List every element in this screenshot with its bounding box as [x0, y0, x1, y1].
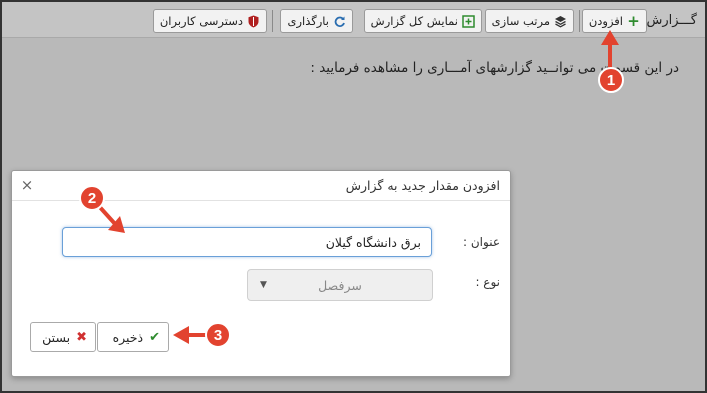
x-icon: ✖	[76, 329, 87, 345]
close-button[interactable]: ✖ بستن	[30, 322, 96, 352]
show-full-report-button[interactable]: نمایش کل گزارش	[363, 9, 482, 33]
intro-text: در این قسمت می توانــید گزارشهای آمـــار…	[310, 60, 679, 76]
sort-button[interactable]: مرتب سازی	[484, 9, 574, 33]
save-button-label: ذخیره	[112, 329, 144, 345]
close-button-label: بستن	[42, 329, 71, 345]
user-access-button[interactable]: دسترسی کاربران	[152, 9, 267, 33]
user-access-label: دسترسی کاربران	[159, 14, 243, 28]
title-input-value: برق دانشگاه گیلان	[325, 234, 421, 250]
annotation-badge-2: 2	[79, 185, 105, 211]
show-full-report-label: نمایش کل گزارش	[370, 14, 458, 28]
title-input[interactable]: برق دانشگاه گیلان	[62, 227, 432, 257]
reload-button[interactable]: بارگذاری	[280, 9, 353, 33]
close-icon[interactable]: ×	[20, 176, 34, 194]
annotation-badge-3: 3	[205, 322, 231, 348]
add-button-label: افزودن	[588, 14, 623, 28]
type-select[interactable]: سرفصل ▼	[247, 269, 433, 301]
type-label: نوع :	[475, 275, 500, 289]
save-button[interactable]: ✔ ذخیره	[97, 322, 169, 352]
annotation-badge-1: 1	[598, 67, 624, 93]
dialog-title: افزودن مقدار جدید به گزارش	[345, 178, 500, 193]
toolbar: گـــزارش : + افزودن مرتب سازی نمایش کل گ…	[0, 0, 707, 38]
plus-icon: +	[627, 12, 640, 30]
toolbar-divider	[272, 10, 273, 32]
expand-icon	[462, 14, 475, 28]
shield-icon	[247, 15, 260, 28]
add-button[interactable]: + افزودن	[581, 9, 647, 33]
sort-button-label: مرتب سازی	[491, 14, 550, 28]
dropdown-arrow-icon: ▼	[260, 280, 267, 290]
layers-icon	[554, 15, 567, 28]
reload-button-label: بارگذاری	[287, 14, 329, 28]
checkmark-icon: ✔	[149, 329, 160, 345]
type-select-value: سرفصل	[318, 277, 362, 293]
refresh-icon	[333, 15, 346, 28]
toolbar-divider	[579, 10, 580, 32]
title-label: عنوان :	[463, 235, 500, 249]
